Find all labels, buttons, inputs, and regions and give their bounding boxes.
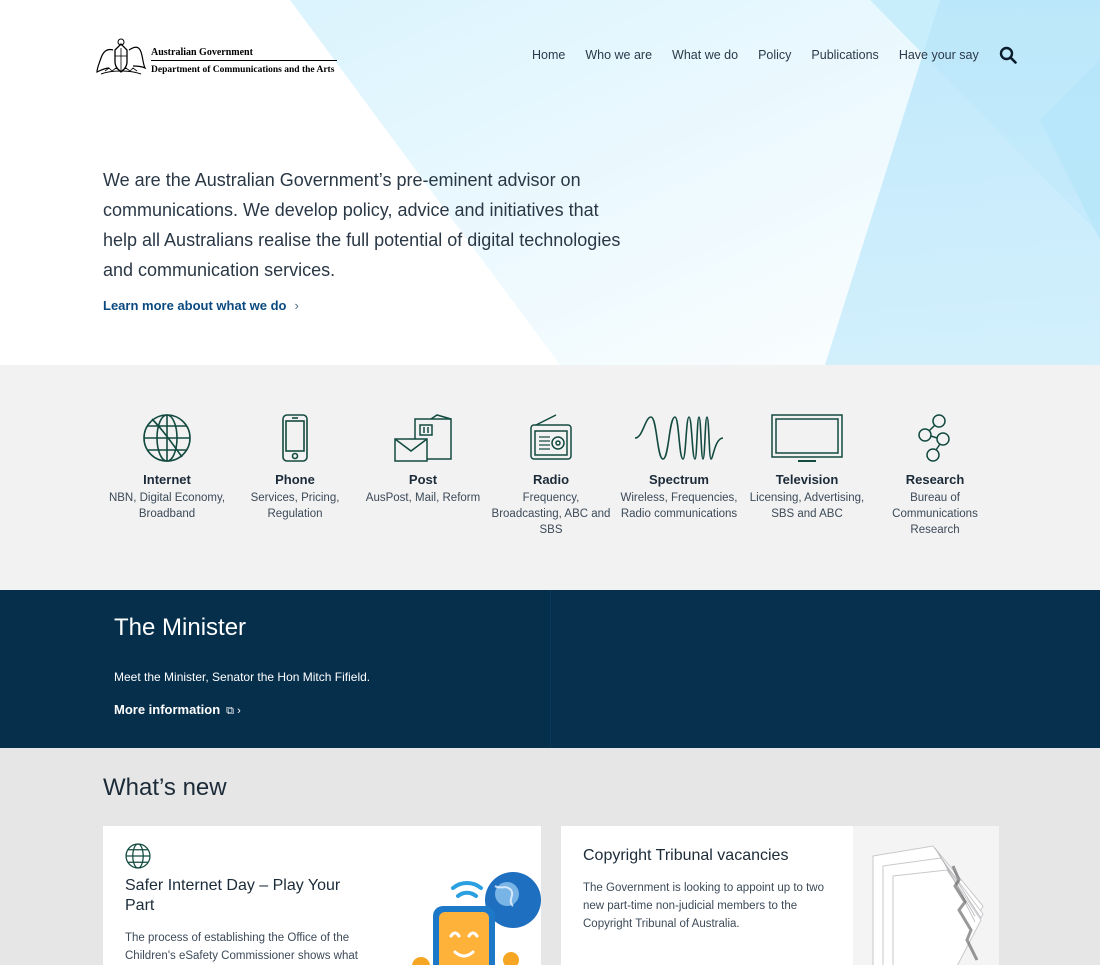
chevron-right-icon: › [294, 298, 299, 313]
topic-name: Internet [143, 472, 191, 487]
topic-desc: Services, Pricing, Regulation [250, 492, 340, 520]
topic-desc: NBN, Digital Economy, Broadband [108, 492, 226, 520]
topic-name: Spectrum [649, 472, 709, 487]
topic-desc: Frequency, Broadcasting, ABC and SBS [491, 492, 611, 536]
nav-have-your-say[interactable]: Have your say [899, 48, 979, 62]
news-card-safer-internet[interactable]: Safer Internet Day – Play Your Part The … [103, 826, 541, 965]
minister-image-panel [550, 590, 1100, 748]
news-card-title: Copyright Tribunal vacancies [583, 847, 789, 864]
topic-desc: Licensing, Advertising, SBS and ABC [749, 492, 865, 520]
search-icon[interactable] [999, 46, 1017, 64]
nav-policy[interactable]: Policy [758, 48, 791, 62]
tablet-globe-illustration [412, 872, 541, 965]
learn-more-link[interactable]: Learn more about what we do › [103, 298, 299, 313]
topics-section: Internet NBN, Digital Economy, Broadband… [0, 365, 1100, 590]
globe-icon [143, 414, 191, 462]
topic-spectrum[interactable]: Spectrum Wireless, Frequencies, Radio co… [615, 405, 743, 522]
minister-title: The Minister [114, 614, 247, 641]
minister-text: Meet the Minister, Senator the Hon Mitch… [114, 670, 371, 684]
news-card-text: The process of establishing the Office o… [125, 932, 358, 962]
more-information-link[interactable]: More information ⧉ › [114, 702, 241, 718]
post-icon [394, 414, 452, 462]
topic-research[interactable]: Research Bureau of Communications Resear… [871, 405, 999, 538]
topic-post[interactable]: Post AusPost, Mail, Reform [359, 405, 487, 506]
whats-new-heading: What’s new [103, 774, 227, 801]
phone-icon [282, 414, 308, 462]
topic-desc: Wireless, Frequencies, Radio communicati… [620, 492, 738, 520]
topic-name: Radio [532, 472, 570, 487]
nav-who-we-are[interactable]: Who we are [585, 48, 652, 62]
topic-internet[interactable]: Internet NBN, Digital Economy, Broadband [103, 405, 231, 522]
news-card-text: The Government is looking to appoint up … [583, 882, 825, 930]
nav-what-we-do[interactable]: What we do [672, 48, 738, 62]
government-logo[interactable]: Australian Government Department of Comm… [95, 38, 340, 78]
coat-of-arms-icon [96, 38, 147, 75]
radio-icon [530, 414, 572, 460]
topic-phone[interactable]: Phone Services, Pricing, Regulation [231, 405, 359, 522]
topic-television[interactable]: Television Licensing, Advertising, SBS a… [743, 405, 871, 522]
logo-divider [151, 60, 337, 61]
main-nav: Home Who we are What we do Policy Public… [532, 46, 1017, 64]
news-card-title: Safer Internet Day – Play Your Part [125, 877, 341, 914]
whats-new-section: What’s new Safer Internet Day – Play You… [0, 748, 1100, 965]
more-information-label: More information [114, 702, 221, 717]
learn-more-label: Learn more about what we do [103, 298, 287, 313]
topic-radio[interactable]: Radio Frequency, Broadcasting, ABC and S… [487, 405, 615, 538]
nav-publications[interactable]: Publications [811, 48, 878, 62]
paper-stack-image [853, 826, 999, 965]
tv-icon [771, 414, 843, 462]
topic-desc: Bureau of Communications Research [892, 492, 978, 536]
nav-home[interactable]: Home [532, 48, 565, 62]
external-link-icon: ⧉ › [226, 705, 241, 717]
logo-line1: Australian Government [151, 47, 253, 58]
wave-icon [635, 416, 723, 460]
logo-line2: Department of Communications and the Art… [151, 65, 335, 75]
topic-name: Phone [275, 472, 315, 487]
minister-section: The Minister Meet the Minister, Senator … [0, 590, 1100, 748]
globe-icon [125, 843, 151, 869]
molecule-icon [918, 414, 950, 462]
topic-name: Television [775, 472, 839, 487]
hero-intro: We are the Australian Government’s pre-e… [103, 170, 621, 280]
topic-name: Research [905, 472, 965, 487]
topic-desc: AusPost, Mail, Reform [365, 492, 481, 504]
news-card-copyright-tribunal[interactable]: Copyright Tribunal vacancies The Governm… [561, 826, 999, 965]
topic-name: Post [408, 472, 438, 487]
hero: Australian Government Department of Comm… [0, 0, 1100, 365]
